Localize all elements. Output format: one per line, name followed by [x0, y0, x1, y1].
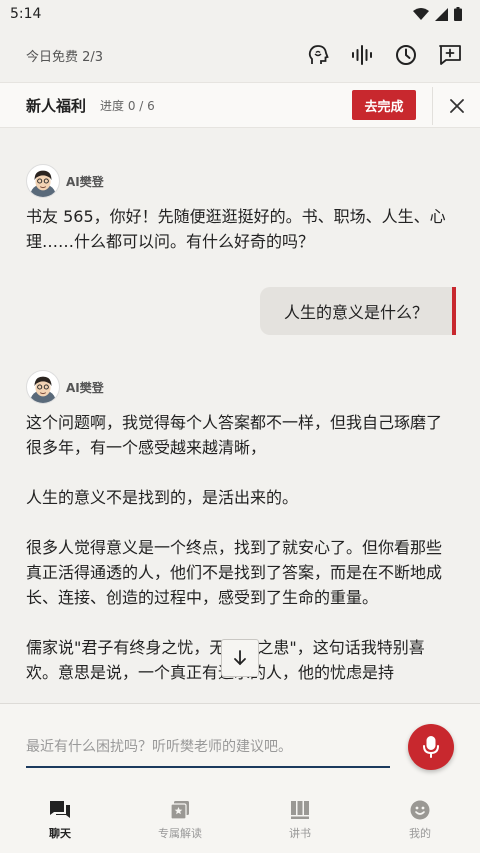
nav-label: 我的	[409, 827, 431, 840]
nav-item-chat[interactable]: 聊天	[0, 787, 120, 853]
nav-item-exclusive-reading[interactable]: 专属解读	[120, 787, 240, 853]
top-actions	[306, 43, 462, 67]
scroll-to-bottom-button[interactable]	[221, 639, 259, 677]
message-input[interactable]	[26, 728, 390, 768]
welfare-progress: 进度 0 / 6	[100, 98, 155, 113]
welfare-complete-button[interactable]: 去完成	[352, 90, 416, 120]
avatar	[26, 164, 60, 198]
status-icons	[413, 7, 462, 21]
close-icon[interactable]	[446, 95, 468, 117]
star-book-icon	[169, 799, 191, 821]
battery-icon	[454, 7, 462, 21]
history-clock-icon[interactable]	[394, 43, 418, 67]
nav-item-book-talk[interactable]: 讲书	[240, 787, 360, 853]
avatar	[26, 370, 60, 404]
bot-name: AI樊登	[66, 380, 104, 395]
bot-header: AI樊登	[26, 164, 104, 198]
user-message: 人生的意义是什么？	[260, 287, 456, 335]
top-bar: 今日免费 2/3	[0, 28, 480, 82]
voice-input-button[interactable]	[408, 724, 454, 770]
bot-message: 书友 565，你好！先随便逛逛挺好的。书、职场、人生、心理……什么都可以问。有什…	[26, 204, 456, 279]
bot-name: AI樊登	[66, 174, 104, 189]
smiley-icon	[409, 799, 431, 821]
user-message-text: 人生的意义是什么？	[283, 303, 428, 322]
welfare-title: 新人福利	[26, 96, 87, 115]
nav-label: 讲书	[289, 827, 311, 840]
new-chat-icon[interactable]	[438, 43, 462, 67]
bottom-nav: 聊天 专属解读 讲书 我的	[0, 787, 480, 853]
nav-label: 聊天	[49, 827, 71, 840]
arrow-down-icon	[234, 650, 246, 666]
listen-head-icon[interactable]	[306, 43, 330, 67]
nav-item-profile[interactable]: 我的	[360, 787, 480, 853]
status-bar: 5:14	[0, 0, 480, 28]
nav-label: 专属解读	[158, 827, 202, 840]
welfare-bar: 新人福利 进度 0 / 6 去完成	[0, 82, 480, 128]
wifi-icon	[413, 8, 429, 20]
message-paragraph: 书友 565，你好！先随便逛逛挺好的。书、职场、人生、心理……什么都可以问。有什…	[26, 207, 446, 251]
signal-icon	[435, 7, 448, 21]
voice-wave-icon[interactable]	[350, 43, 374, 67]
status-time: 5:14	[10, 6, 42, 22]
message-paragraph: 很多人觉得意义是一个终点，找到了就安心了。但你看那些真正活得通透的人，他们不是找…	[26, 538, 443, 607]
message-paragraph: 这个问题啊，我觉得每个人答案都不一样，但我自己琢磨了很多年，有一个感受越来越清晰…	[26, 413, 443, 457]
message-paragraph: 人生的意义不是找到的，是活出来的。	[26, 488, 299, 507]
chat-icon	[49, 799, 71, 821]
input-area	[0, 703, 480, 787]
welfare-divider	[432, 87, 433, 125]
free-count-label: 今日免费 2/3	[26, 49, 104, 65]
microphone-icon	[423, 736, 439, 758]
bookshelf-icon	[289, 799, 311, 821]
bot-header: AI樊登	[26, 370, 104, 404]
chat-area[interactable]: AI樊登 书友 565，你好！先随便逛逛挺好的。书、职场、人生、心理……什么都可…	[0, 128, 480, 703]
